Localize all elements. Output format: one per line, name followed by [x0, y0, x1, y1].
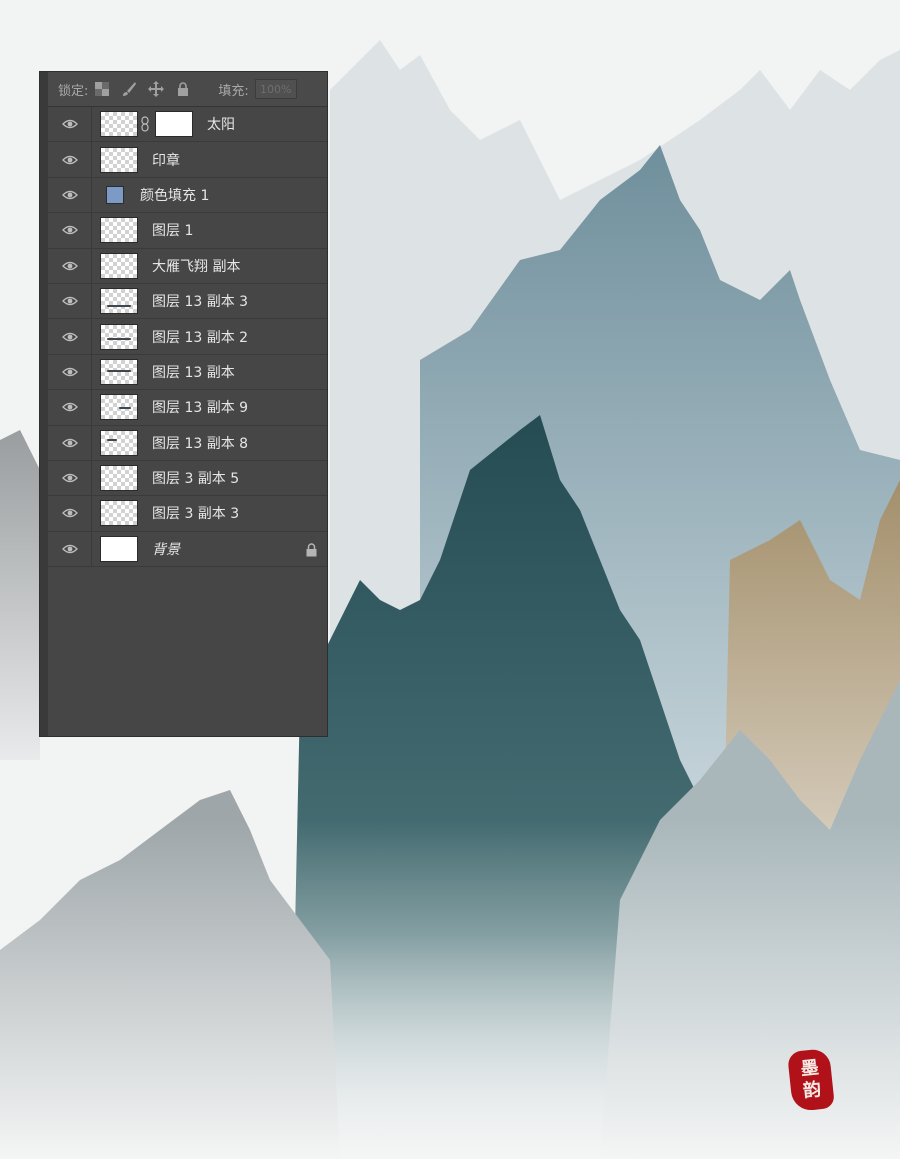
layer-name[interactable]: 图层 13 副本	[152, 362, 235, 382]
layer-row-3-copy-5[interactable]: 图层 3 副本 5	[48, 460, 327, 497]
left-grey-peaks	[0, 430, 40, 760]
lock-label: 锁定:	[58, 83, 89, 99]
layer-row-sun[interactable]: 太阳	[48, 107, 327, 143]
lock-position-icon[interactable]	[148, 81, 165, 97]
layer-thumbnail[interactable]	[100, 252, 138, 279]
layer-row-color-fill[interactable]: 颜色填充 1	[48, 177, 327, 214]
lock-all-icon[interactable]	[175, 81, 191, 97]
seal-char-1: 墨	[799, 1057, 820, 1080]
lock-transparent-pixels-icon[interactable]	[94, 81, 110, 97]
visibility-eye-icon[interactable]	[48, 248, 92, 283]
layer-thumbnail[interactable]	[100, 394, 138, 421]
layer-thumbnail[interactable]	[100, 358, 138, 385]
layer-name[interactable]: 图层 1	[152, 220, 193, 240]
mask-link-icon[interactable]	[141, 116, 151, 132]
lock-toolbar: 锁定: 填充: 100%	[48, 72, 327, 107]
visibility-eye-icon[interactable]	[48, 142, 92, 177]
visibility-eye-icon[interactable]	[48, 496, 92, 531]
layers-panel: 锁定: 填充: 100% 太阳 印章 颜色填充 1 图层 1 大雁飞翔 副本 图…	[40, 72, 327, 736]
layer-name[interactable]: 背景	[152, 539, 180, 559]
fill-opacity-input[interactable]: 100%	[254, 79, 297, 99]
layer-name[interactable]: 图层 3 副本 5	[152, 468, 239, 488]
layer-thumbnail[interactable]	[100, 217, 138, 244]
layer-thumbnail[interactable]	[100, 146, 138, 173]
visibility-eye-icon[interactable]	[48, 460, 92, 496]
layer-name[interactable]: 图层 13 副本 8	[152, 433, 248, 453]
layer-name[interactable]: 印章	[152, 150, 180, 170]
visibility-eye-icon[interactable]	[48, 531, 92, 567]
layer-row-seal[interactable]: 印章	[48, 142, 327, 178]
layer-name[interactable]: 图层 13 副本 2	[152, 327, 248, 347]
layer-name[interactable]: 图层 13 副本 3	[152, 291, 248, 311]
visibility-eye-icon[interactable]	[48, 213, 92, 248]
layer-name[interactable]: 太阳	[207, 114, 235, 134]
visibility-eye-icon[interactable]	[48, 107, 92, 142]
seal-char-2: 韵	[802, 1079, 823, 1102]
layer-row-13-copy-2[interactable]: 图层 13 副本 2	[48, 319, 327, 355]
layer-thumbnail[interactable]	[100, 535, 138, 562]
visibility-eye-icon[interactable]	[48, 425, 92, 460]
layer-thumbnail[interactable]	[100, 465, 138, 492]
layer-row-13-copy-3[interactable]: 图层 13 副本 3	[48, 283, 327, 320]
layer-row-background[interactable]: 背景	[48, 531, 327, 568]
layer-row-layer-1[interactable]: 图层 1	[48, 213, 327, 249]
mist-overlay	[0, 820, 900, 1159]
visibility-eye-icon[interactable]	[48, 177, 92, 213]
layer-row-geese[interactable]: 大雁飞翔 副本	[48, 248, 327, 284]
fill-label: 填充:	[218, 83, 249, 99]
layer-thumbnail[interactable]	[100, 323, 138, 350]
layer-name[interactable]: 大雁飞翔 副本	[152, 256, 240, 276]
layer-thumbnail[interactable]	[100, 429, 138, 456]
color-fill-swatch[interactable]	[106, 185, 124, 204]
layer-name[interactable]: 图层 13 副本 9	[152, 397, 248, 417]
visibility-eye-icon[interactable]	[48, 283, 92, 319]
layer-lock-icon	[306, 542, 317, 561]
layer-row-13-copy-9[interactable]: 图层 13 副本 9	[48, 390, 327, 426]
layer-thumbnail[interactable]	[100, 111, 138, 138]
layer-row-13-copy-8[interactable]: 图层 13 副本 8	[48, 425, 327, 461]
visibility-eye-icon[interactable]	[48, 319, 92, 354]
layer-mask-thumbnail[interactable]	[155, 111, 193, 138]
layer-row-3-copy-3[interactable]: 图层 3 副本 3	[48, 496, 327, 532]
layer-thumbnail[interactable]	[100, 288, 138, 315]
visibility-eye-icon[interactable]	[48, 354, 92, 390]
visibility-eye-icon[interactable]	[48, 390, 92, 425]
layer-name[interactable]: 图层 3 副本 3	[152, 503, 239, 523]
layer-row-13-copy[interactable]: 图层 13 副本	[48, 354, 327, 391]
layer-name[interactable]: 颜色填充 1	[140, 185, 209, 205]
layer-thumbnail[interactable]	[100, 500, 138, 527]
lock-image-pixels-icon[interactable]	[121, 81, 137, 97]
